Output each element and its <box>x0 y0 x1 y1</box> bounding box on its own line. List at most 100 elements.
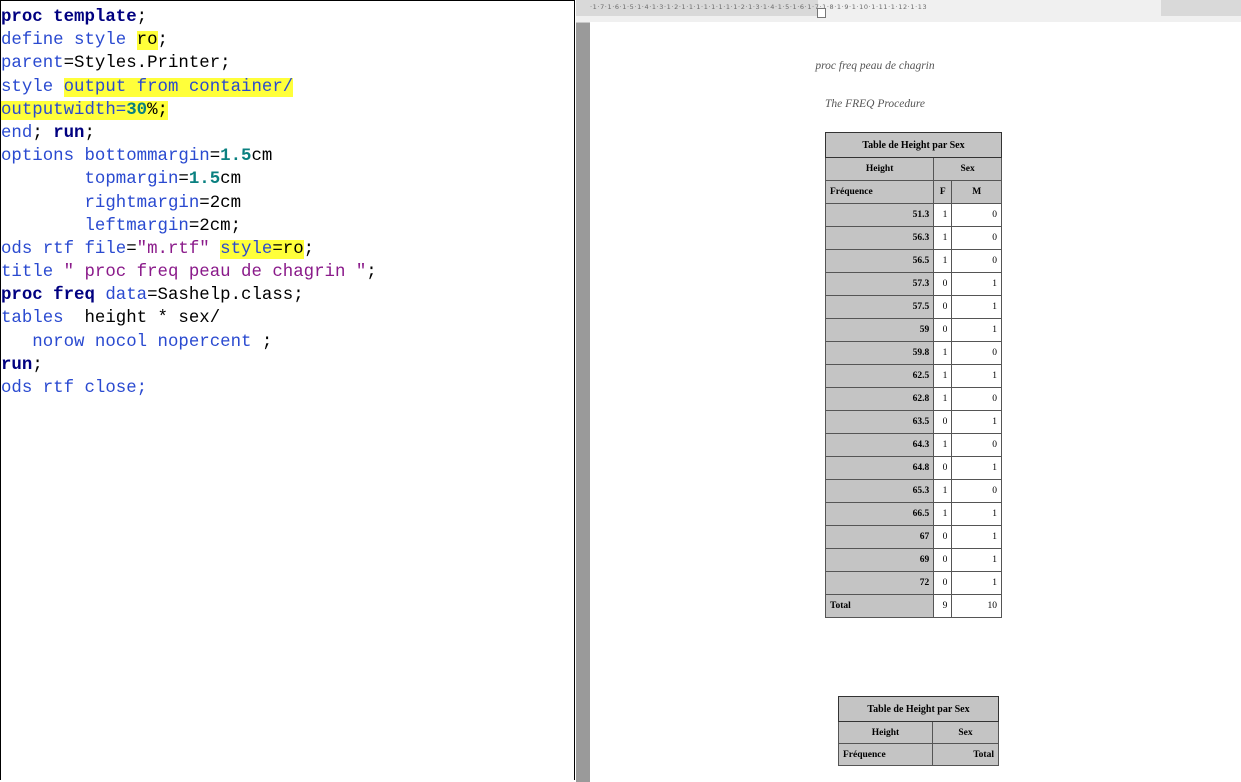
table-row: 66.5 1 1 <box>824 502 1002 526</box>
count-f: 0 <box>933 525 953 549</box>
height-value: 51.3 <box>824 203 935 227</box>
count-m: 0 <box>951 479 1002 503</box>
count-m: 0 <box>951 341 1002 365</box>
code-token: ; <box>157 31 168 51</box>
code-token: =Sashelp.class; <box>147 286 304 306</box>
count-m: 1 <box>951 456 1002 480</box>
table-row: 64.8 0 1 <box>824 456 1002 480</box>
count-f: 0 <box>933 410 953 434</box>
code-token: 1.5 <box>220 147 252 167</box>
code-line: ods rtf file="m.rtf" style=ro; <box>1 238 574 261</box>
document-page: proc freq peau de chagrin The FREQ Proce… <box>590 22 1241 782</box>
table-row: 67 0 1 <box>824 525 1002 549</box>
code-token: proc freq <box>1 286 95 306</box>
height-value: 66.5 <box>824 502 935 526</box>
height-value: 59.8 <box>824 341 935 365</box>
height-value: 56.5 <box>824 249 935 273</box>
count-f: 1 <box>933 364 953 388</box>
count-m: 1 <box>951 502 1002 526</box>
table-caption: Table de Height par Sex <box>825 132 1002 158</box>
code-token: =2cm; <box>188 216 242 236</box>
height-value: 64.8 <box>824 456 935 480</box>
ruler[interactable]: ·1·7·1·6·1·5·1·4·1·3·1·2·1·1·1·1·1·1·1·1… <box>576 0 1241 23</box>
code-token: "m.rtf" <box>136 239 210 259</box>
height-value: 72 <box>824 571 935 595</box>
code-token: options bottommargin <box>1 147 210 167</box>
code-line: proc freq data=Sashelp.class; <box>1 284 574 307</box>
code-token: output from container/ <box>63 77 294 97</box>
table2-col-total: Total <box>932 743 999 766</box>
count-m: 0 <box>951 249 1002 273</box>
count-f: 1 <box>933 433 953 457</box>
code-line: parent=Styles.Printer; <box>1 52 574 75</box>
count-f: 0 <box>933 318 953 342</box>
count-f: 1 <box>933 226 953 250</box>
height-value: 57.3 <box>824 272 935 296</box>
count-m: 0 <box>951 387 1002 411</box>
code-token: ; <box>84 123 95 143</box>
code-token: style <box>1 77 64 97</box>
count-f: 0 <box>933 272 953 296</box>
code-editor-panel: proc template; define style ro; parent=Sty… <box>0 0 575 780</box>
count-f: 1 <box>933 479 953 503</box>
code-line: options bottommargin=1.5cm <box>1 145 574 168</box>
col-level-f: F <box>933 180 953 204</box>
code-token: end <box>1 123 33 143</box>
ruler-right-margin <box>1161 0 1241 16</box>
table-row: 69 0 1 <box>824 548 1002 572</box>
code-token: cm <box>251 147 273 167</box>
table-row: 65.3 1 0 <box>824 479 1002 503</box>
count-f: 1 <box>933 502 953 526</box>
ruler-indent-marker[interactable] <box>817 8 826 18</box>
ruler-ticks: ·1·7·1·6·1·5·1·4·1·3·1·2·1·1·1·1·1·1·1·1… <box>590 3 928 11</box>
code-token: %; <box>147 100 168 120</box>
code-line: proc template; <box>1 6 574 29</box>
count-m: 0 <box>951 433 1002 457</box>
count-f: 0 <box>933 456 953 480</box>
code-line: style output from container/ <box>1 76 574 99</box>
count-f: 0 <box>933 571 953 595</box>
height-value: 65.3 <box>824 479 935 503</box>
count-m: 1 <box>951 548 1002 572</box>
count-f: 0 <box>933 295 953 319</box>
code-token: ods rtf close; <box>1 379 148 398</box>
frequency-table-2: Table de Height par Sex Height Sex Fréqu… <box>838 696 999 766</box>
code-token: = <box>178 170 189 190</box>
table-row: 63.5 0 1 <box>824 410 1002 434</box>
count-m: 1 <box>951 364 1002 388</box>
height-value: 62.8 <box>824 387 935 411</box>
code-token: ; <box>32 123 54 143</box>
code-token: 1.5 <box>188 170 221 190</box>
code-token: ods rtf file <box>1 239 127 259</box>
code-line: leftmargin=2cm; <box>1 215 574 238</box>
code-line: end; run; <box>1 122 574 145</box>
code-line: rightmargin=2cm <box>1 192 574 215</box>
code-token: =2cm <box>199 193 242 213</box>
table2-statistic-label: Fréquence <box>838 743 933 766</box>
count-m: 1 <box>951 410 1002 434</box>
code-token: ; <box>32 355 43 375</box>
code-line: title " proc freq peau de chagrin "; <box>1 261 574 284</box>
code-token: norow nocol nopercent <box>1 332 262 352</box>
height-value: 69 <box>824 548 935 572</box>
table-row: 62.8 1 0 <box>824 387 1002 411</box>
code-token: title <box>1 263 64 283</box>
table-row: 56.3 1 0 <box>824 226 1002 250</box>
table2-caption: Table de Height par Sex <box>838 696 999 722</box>
table-row: 59.8 1 0 <box>824 341 1002 365</box>
code-token: " proc freq peau de chagrin " <box>63 263 367 283</box>
code-token: outputwidth= <box>1 100 127 120</box>
table-row: 51.3 1 0 <box>824 203 1002 227</box>
code-token: ; <box>303 239 315 259</box>
code-line: topmargin=1.5cm <box>1 168 574 191</box>
count-m: 1 <box>951 318 1002 342</box>
code-token: ; <box>366 263 377 283</box>
count-f: 1 <box>933 387 953 411</box>
code-token: proc template <box>1 8 137 27</box>
total-m: 10 <box>951 594 1002 618</box>
code-token: =Styles.Printer; <box>63 54 231 74</box>
procedure-subtitle: The FREQ Procedure <box>824 98 926 110</box>
frequency-table: Table de Height par Sex Height Sex Fréqu… <box>824 132 1002 618</box>
table-row: 57.5 0 1 <box>824 295 1002 319</box>
code-token: = <box>126 239 137 259</box>
